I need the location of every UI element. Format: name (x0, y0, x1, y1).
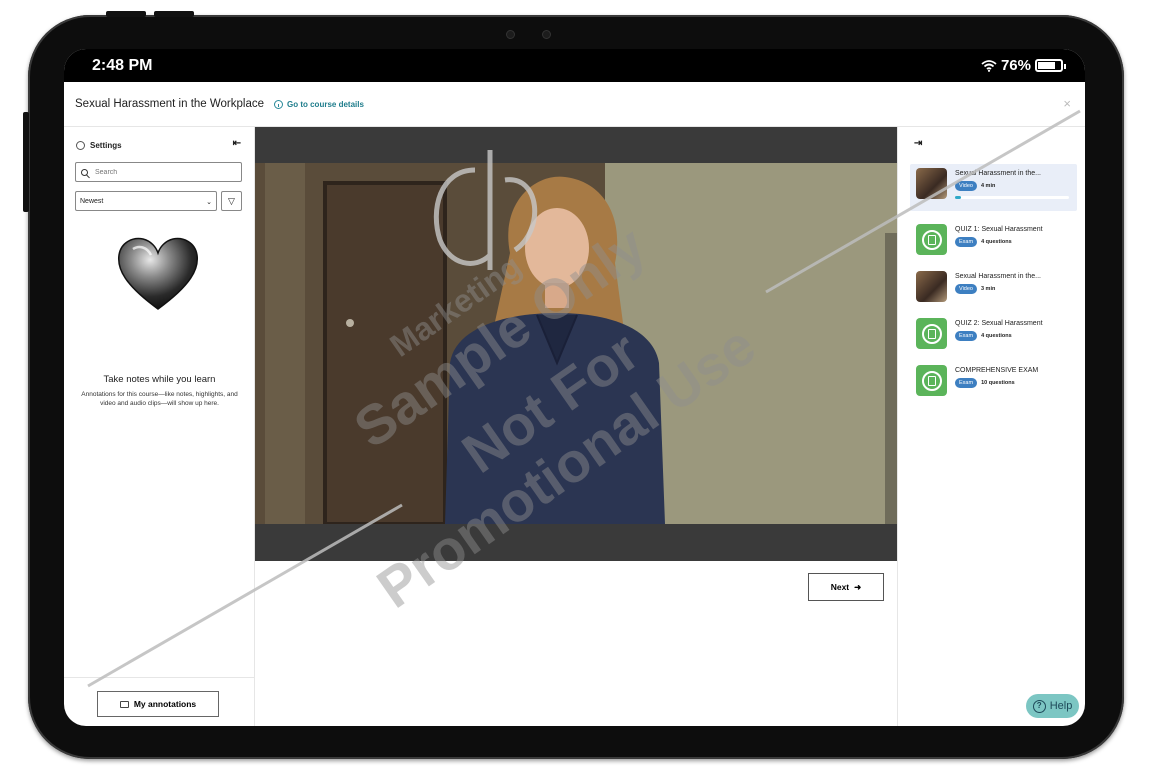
folder-icon (119, 700, 129, 708)
empty-state-title: Take notes while you learn (103, 374, 216, 385)
annotations-footer: My annotations (64, 677, 255, 726)
battery-icon (1035, 59, 1066, 72)
screen: 2:48 PM 76% Sexual Harassment in the Wor… (64, 49, 1085, 726)
document-icon (921, 370, 942, 391)
item-duration: 3 min (980, 286, 996, 292)
volume-button (154, 11, 194, 17)
document-icon (921, 323, 942, 344)
type-badge: Video (955, 181, 977, 191)
wifi-icon (981, 59, 997, 72)
close-icon[interactable]: × (1063, 96, 1071, 111)
my-annotations-button[interactable]: My annotations (97, 691, 219, 717)
camera-icon (506, 30, 515, 39)
my-annotations-label: My annotations (133, 699, 197, 709)
outline-item[interactable]: Sexual Harassment in the... Video 3 min (910, 267, 1077, 313)
course-header: Sexual Harassment in the Workplace Go to… (64, 82, 1085, 127)
item-question-count: 10 questions (981, 380, 1015, 386)
item-title: QUIZ 2: Sexual Harassment (955, 320, 1043, 327)
settings-row: Settings ⇤ (76, 138, 241, 152)
item-question-count: 4 questions (981, 333, 1012, 339)
collapse-panel-icon[interactable]: ⇤ (233, 138, 241, 149)
settings-label[interactable]: Settings (90, 141, 122, 150)
video-letterbox-top (255, 127, 897, 163)
help-icon: ? (1032, 699, 1046, 713)
item-question-count: 4 questions (981, 239, 1012, 245)
status-bar: 2:48 PM 76% (64, 49, 1085, 82)
outline-item[interactable]: COMPREHENSIVE EXAM Exam 10 questions (910, 361, 1077, 407)
sort-value: Newest (80, 198, 104, 205)
search-icon (81, 168, 88, 176)
document-icon (921, 229, 942, 250)
expand-panel-icon[interactable]: ⇥ (914, 138, 922, 149)
progress-bar (955, 196, 1069, 199)
clock: 2:48 PM (92, 57, 153, 74)
exam-thumbnail (916, 224, 947, 255)
video-letterbox-bottom (255, 524, 897, 561)
type-badge: Exam (955, 378, 978, 388)
exam-thumbnail (916, 365, 947, 396)
item-title: COMPREHENSIVE EXAM (955, 367, 1039, 374)
course-details-link[interactable]: Go to course details (287, 100, 364, 109)
item-title: Sexual Harassment in the... (955, 273, 1041, 280)
progress-fill (955, 196, 961, 199)
sort-select[interactable]: Newest ⌄ (75, 191, 217, 211)
battery-percent: 76% (1000, 57, 1031, 74)
course-outline-panel: ⇥ Sexual Harassment in the... Video 4 mi… (897, 127, 1085, 726)
info-icon[interactable] (274, 99, 283, 109)
volume-button (106, 11, 146, 17)
item-title: Sexual Harassment in the... (955, 170, 1041, 177)
chevron-down-icon: ⌄ (206, 199, 212, 206)
help-button[interactable]: ? Help (1026, 694, 1079, 718)
status-indicators: 76% (981, 57, 1066, 74)
next-button[interactable]: Next ➜ (808, 573, 884, 601)
content-area: Next ➜ (255, 127, 897, 726)
search-box[interactable] (75, 162, 242, 182)
video-thumbnail (916, 271, 947, 302)
sensor-icon (542, 30, 551, 39)
next-label: Next (830, 582, 850, 592)
search-input[interactable] (95, 168, 235, 176)
empty-state-description: Annotations for this course—like notes, … (81, 391, 238, 407)
exam-thumbnail (916, 318, 947, 349)
outline-item[interactable]: Sexual Harassment in the... Video 4 min (910, 164, 1077, 211)
outline-item[interactable]: QUIZ 1: Sexual Harassment Exam 4 questio… (910, 220, 1077, 266)
type-badge: Exam (955, 331, 978, 341)
type-badge: Video (955, 284, 977, 294)
filter-button[interactable]: ▽ (221, 191, 242, 211)
outline-item[interactable]: QUIZ 2: Sexual Harassment Exam 4 questio… (910, 314, 1077, 360)
battery-level (1038, 62, 1055, 69)
filter-icon: ▽ (228, 196, 235, 206)
arrow-right-icon: ➜ (854, 581, 862, 592)
course-title: Sexual Harassment in the Workplace (75, 98, 264, 110)
video-thumbnail (916, 168, 947, 199)
help-label: Help (1049, 700, 1073, 712)
gear-icon[interactable] (76, 140, 85, 150)
power-button (23, 112, 29, 212)
annotations-panel: Settings ⇤ Newest ⌄ ▽ Take notes wh (64, 127, 255, 726)
type-badge: Exam (955, 237, 978, 247)
video-player[interactable] (255, 163, 897, 524)
item-title: QUIZ 1: Sexual Harassment (955, 226, 1043, 233)
heart-illustration (117, 237, 199, 310)
item-duration: 4 min (980, 183, 996, 189)
